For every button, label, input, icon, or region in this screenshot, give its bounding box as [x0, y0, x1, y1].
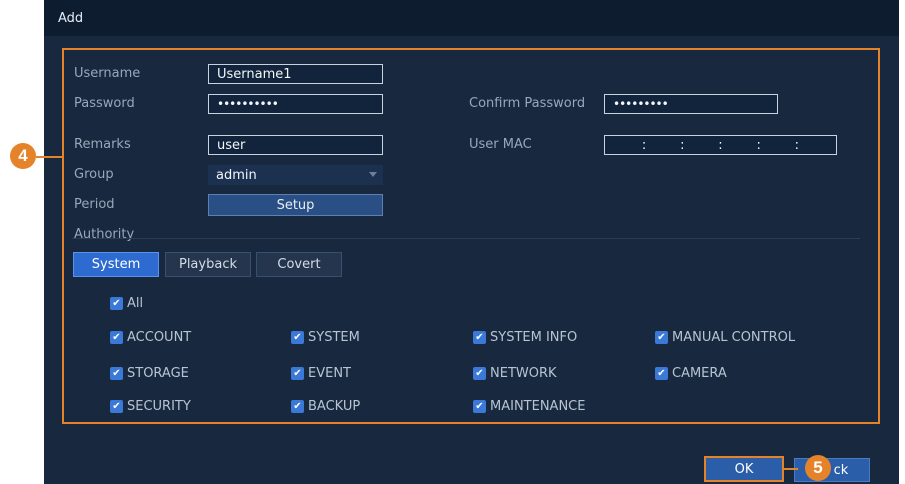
divider [72, 238, 860, 239]
password-value: •••••••••• [217, 97, 279, 111]
callout-badge-4: 4 [10, 143, 36, 169]
callout-leader-5 [784, 468, 798, 470]
checkbox-manual-control[interactable]: ✔ MANUAL CONTROL [655, 330, 795, 345]
callout-badge-4-number: 4 [18, 146, 28, 165]
checkbox-label: BACKUP [308, 399, 361, 414]
add-user-dialog: Add Username Username1 Password ••••••••… [44, 0, 899, 484]
checkbox-checked-icon: ✔ [291, 331, 304, 344]
tab-covert-label: Covert [277, 257, 321, 272]
confirm-password-value: ••••••••• [613, 97, 669, 111]
setup-button[interactable]: Setup [208, 194, 383, 216]
chevron-down-icon [369, 172, 377, 177]
checkbox-all[interactable]: ✔ All [110, 296, 143, 311]
checkbox-checked-icon: ✔ [473, 400, 486, 413]
remarks-field[interactable]: user [208, 135, 383, 155]
checkbox-checked-icon: ✔ [655, 367, 668, 380]
ok-button-label: OK [734, 461, 754, 477]
checkbox-label: CAMERA [672, 366, 727, 381]
setup-button-label: Setup [276, 197, 315, 213]
ok-button[interactable]: OK [704, 456, 784, 482]
checkbox-all-label: All [127, 296, 144, 311]
callout-badge-5-number: 5 [813, 458, 823, 477]
username-label: Username [74, 66, 141, 81]
checkbox-checked-icon: ✔ [110, 297, 123, 310]
group-value: admin [216, 167, 257, 183]
password-field[interactable]: •••••••••• [208, 94, 383, 114]
checkbox-account[interactable]: ✔ ACCOUNT [110, 330, 191, 345]
checkbox-checked-icon: ✔ [291, 400, 304, 413]
checkbox-checked-icon: ✔ [110, 331, 123, 344]
checkbox-label: ACCOUNT [127, 330, 192, 345]
checkbox-label: SYSTEM INFO [490, 330, 578, 345]
remarks-value: user [217, 137, 246, 153]
checkbox-label: NETWORK [490, 366, 557, 381]
tab-covert[interactable]: Covert [256, 252, 342, 277]
group-label: Group [74, 167, 114, 182]
username-value: Username1 [217, 66, 292, 82]
mac-separator: : [680, 137, 685, 153]
checkbox-camera[interactable]: ✔ CAMERA [655, 366, 727, 381]
checkbox-checked-icon: ✔ [291, 367, 304, 380]
checkbox-label: STORAGE [127, 366, 189, 381]
group-select[interactable]: admin [208, 165, 383, 185]
password-label: Password [74, 96, 135, 111]
confirm-password-label: Confirm Password [469, 96, 586, 111]
checkbox-system-info[interactable]: ✔ SYSTEM INFO [473, 330, 577, 345]
checkbox-checked-icon: ✔ [110, 367, 123, 380]
period-label: Period [74, 197, 115, 212]
checkbox-checked-icon: ✔ [655, 331, 668, 344]
mac-separator: : [756, 137, 761, 153]
checkbox-label: EVENT [308, 366, 351, 381]
checkbox-backup[interactable]: ✔ BACKUP [291, 399, 360, 414]
mac-separator: : [718, 137, 723, 153]
username-field[interactable]: Username1 [208, 64, 383, 84]
checkbox-label: SECURITY [127, 399, 191, 414]
mac-separator: : [641, 137, 647, 153]
checkbox-system[interactable]: ✔ SYSTEM [291, 330, 360, 345]
remarks-label: Remarks [74, 137, 131, 152]
callout-leader-4 [36, 156, 64, 158]
user-mac-field[interactable]: : : : : : [604, 135, 837, 155]
callout-badge-5: 5 [805, 455, 831, 481]
checkbox-maintenance[interactable]: ✔ MAINTENANCE [473, 399, 585, 414]
confirm-password-field[interactable]: ••••••••• [604, 94, 778, 114]
tab-system[interactable]: System [73, 252, 159, 277]
user-mac-label: User MAC [469, 137, 532, 152]
checkbox-label: MAINTENANCE [490, 399, 586, 414]
mac-separator: : [794, 137, 800, 153]
checkbox-checked-icon: ✔ [473, 331, 486, 344]
tab-system-label: System [91, 257, 141, 272]
checkbox-label: MANUAL CONTROL [672, 330, 796, 345]
dialog-titlebar: Add [44, 0, 899, 36]
authority-label: Authority [74, 227, 135, 242]
checkbox-event[interactable]: ✔ EVENT [291, 366, 351, 381]
tab-playback-label: Playback [178, 257, 237, 272]
checkbox-network[interactable]: ✔ NETWORK [473, 366, 557, 381]
tab-playback[interactable]: Playback [165, 252, 251, 277]
checkbox-checked-icon: ✔ [110, 400, 123, 413]
checkbox-storage[interactable]: ✔ STORAGE [110, 366, 189, 381]
checkbox-label: SYSTEM [308, 330, 360, 345]
dialog-title: Add [58, 10, 84, 26]
checkbox-checked-icon: ✔ [473, 367, 486, 380]
checkbox-security[interactable]: ✔ SECURITY [110, 399, 191, 414]
